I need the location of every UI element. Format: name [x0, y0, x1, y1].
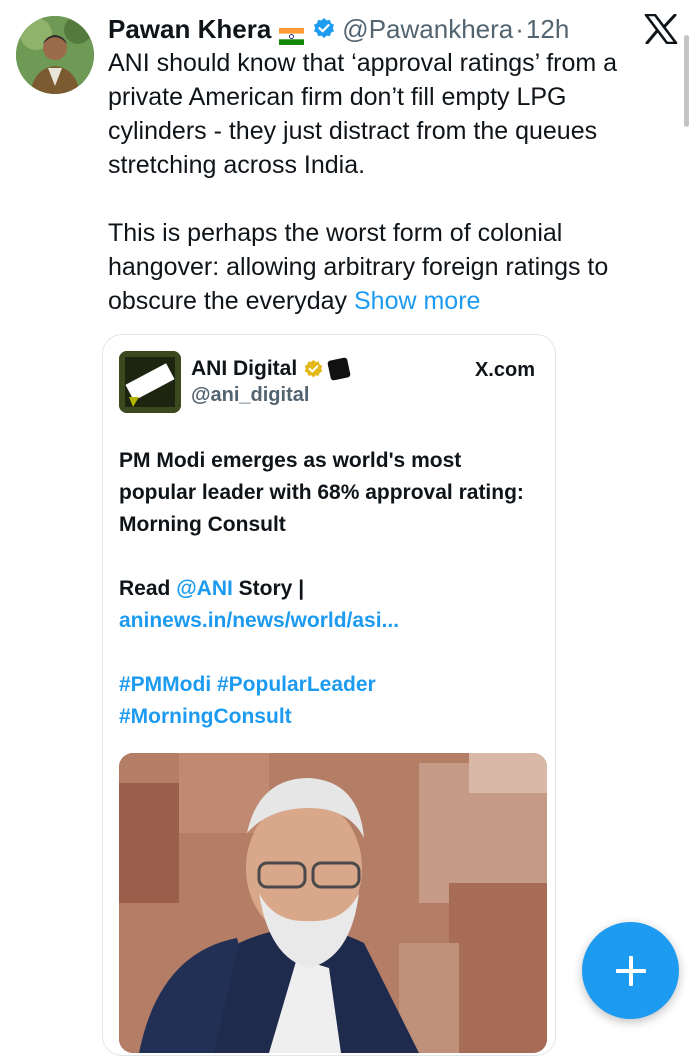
scrollbar[interactable]: [684, 35, 689, 127]
author-handle[interactable]: @Pawankhera: [342, 14, 513, 45]
affiliate-badge-icon: [327, 357, 352, 381]
india-flag-icon: [279, 21, 305, 45]
read-prefix: Read: [119, 577, 177, 600]
author-name[interactable]: Pawan Khera: [108, 14, 271, 45]
quoted-author-handle[interactable]: @ani_digital: [191, 384, 309, 407]
quoted-author-row: ANI Digital: [191, 357, 352, 381]
quoted-post-card[interactable]: ANI Digital @ani_digital X.com PM Modi e…: [102, 334, 556, 1056]
quoted-post-image[interactable]: [119, 753, 547, 1053]
show-more-link[interactable]: Show more: [354, 287, 480, 315]
hashtags[interactable]: #PMModi #PopularLeader #MorningConsult: [119, 669, 539, 733]
read-middle: Story |: [232, 577, 305, 600]
tweet-header: Pawan Khera @Pawankhera · 12h: [108, 12, 569, 46]
plus-icon: [615, 955, 646, 986]
tweet-text: ANI should know that ‘approval ratings’ …: [108, 46, 668, 318]
quoted-read-line: Read @ANI Story | aninews.in/news/world/…: [119, 573, 539, 637]
tweet-paragraph-1: ANI should know that ‘approval ratings’ …: [108, 49, 618, 179]
quoted-author-name[interactable]: ANI Digital: [191, 357, 297, 381]
ani-mention-link[interactable]: @ANI: [176, 577, 233, 600]
author-avatar[interactable]: [16, 16, 94, 94]
separator-dot: ·: [515, 13, 524, 44]
verified-badge-icon: [312, 17, 336, 41]
quoted-headline: PM Modi emerges as world's most popular …: [119, 449, 524, 536]
compose-fab[interactable]: [582, 922, 679, 1019]
tweet-paragraph-2: This is perhaps the worst form of coloni…: [108, 216, 668, 318]
article-link[interactable]: aninews.in/news/world/asi...: [119, 609, 399, 632]
quoted-post-text: PM Modi emerges as world's most popular …: [119, 445, 539, 733]
tweet-timestamp[interactable]: 12h: [526, 14, 569, 45]
x-logo-icon[interactable]: [644, 13, 678, 45]
gold-verified-icon: [303, 359, 324, 380]
source-label: X.com: [474, 359, 535, 381]
ani-logo-avatar[interactable]: [119, 351, 181, 413]
